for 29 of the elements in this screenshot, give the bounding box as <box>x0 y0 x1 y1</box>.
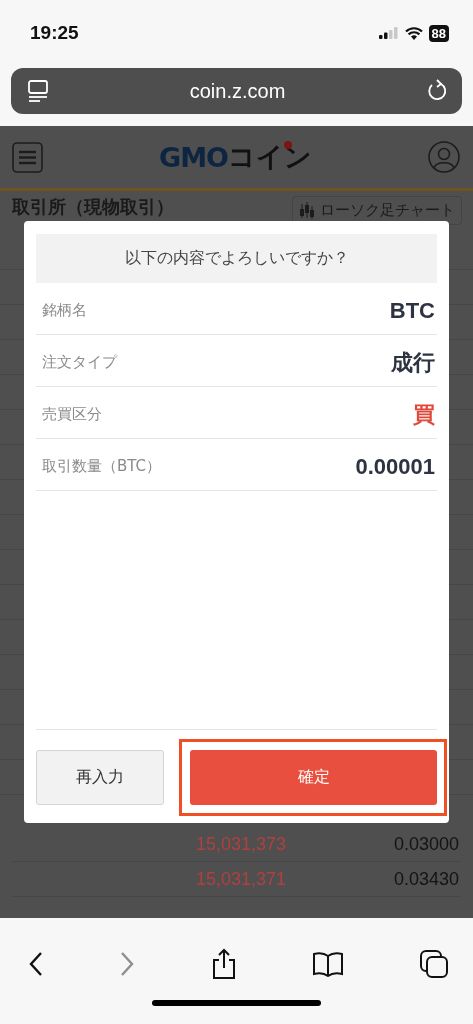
page-menu-icon[interactable] <box>27 79 49 103</box>
reload-icon[interactable] <box>426 79 448 103</box>
back-icon[interactable] <box>28 951 44 977</box>
confirm-button[interactable]: 確定 <box>190 749 437 805</box>
amount-cell-text: 0.03000 <box>392 833 460 855</box>
field-label: 取引数量（BTC） <box>42 457 162 476</box>
price-cell-text: 15,031,373 <box>194 833 286 855</box>
price-cell-text: 15,031,371 <box>194 868 286 890</box>
cellular-signal-icon <box>378 27 399 39</box>
battery-level: 88 <box>428 24 449 42</box>
field-label: 売買区分 <box>42 405 102 424</box>
candlestick-icon <box>299 201 315 220</box>
dialog-question: 以下の内容でよろしいですか？ <box>36 234 437 283</box>
url-text: coin.z.com <box>189 79 286 103</box>
field-value: 買 <box>413 400 435 429</box>
field-value: 0.00001 <box>355 453 435 480</box>
amount-cell-text: 0.03430 <box>392 868 460 890</box>
site-logo[interactable]: GMOコイン <box>151 139 320 175</box>
status-time: 19:25 <box>30 22 79 44</box>
wifi-icon <box>404 26 423 40</box>
address-bar[interactable]: coin.z.com <box>11 68 462 114</box>
tabs-icon[interactable] <box>419 949 449 979</box>
book-icon[interactable] <box>311 951 344 977</box>
field-value: 成行 <box>391 348 435 377</box>
field-label: 銘柄名 <box>42 301 87 320</box>
share-icon[interactable] <box>210 948 237 980</box>
reenter-button[interactable]: 再入力 <box>36 749 164 805</box>
field-label: 注文タイプ <box>42 353 117 372</box>
field-value: BTC <box>389 297 435 324</box>
